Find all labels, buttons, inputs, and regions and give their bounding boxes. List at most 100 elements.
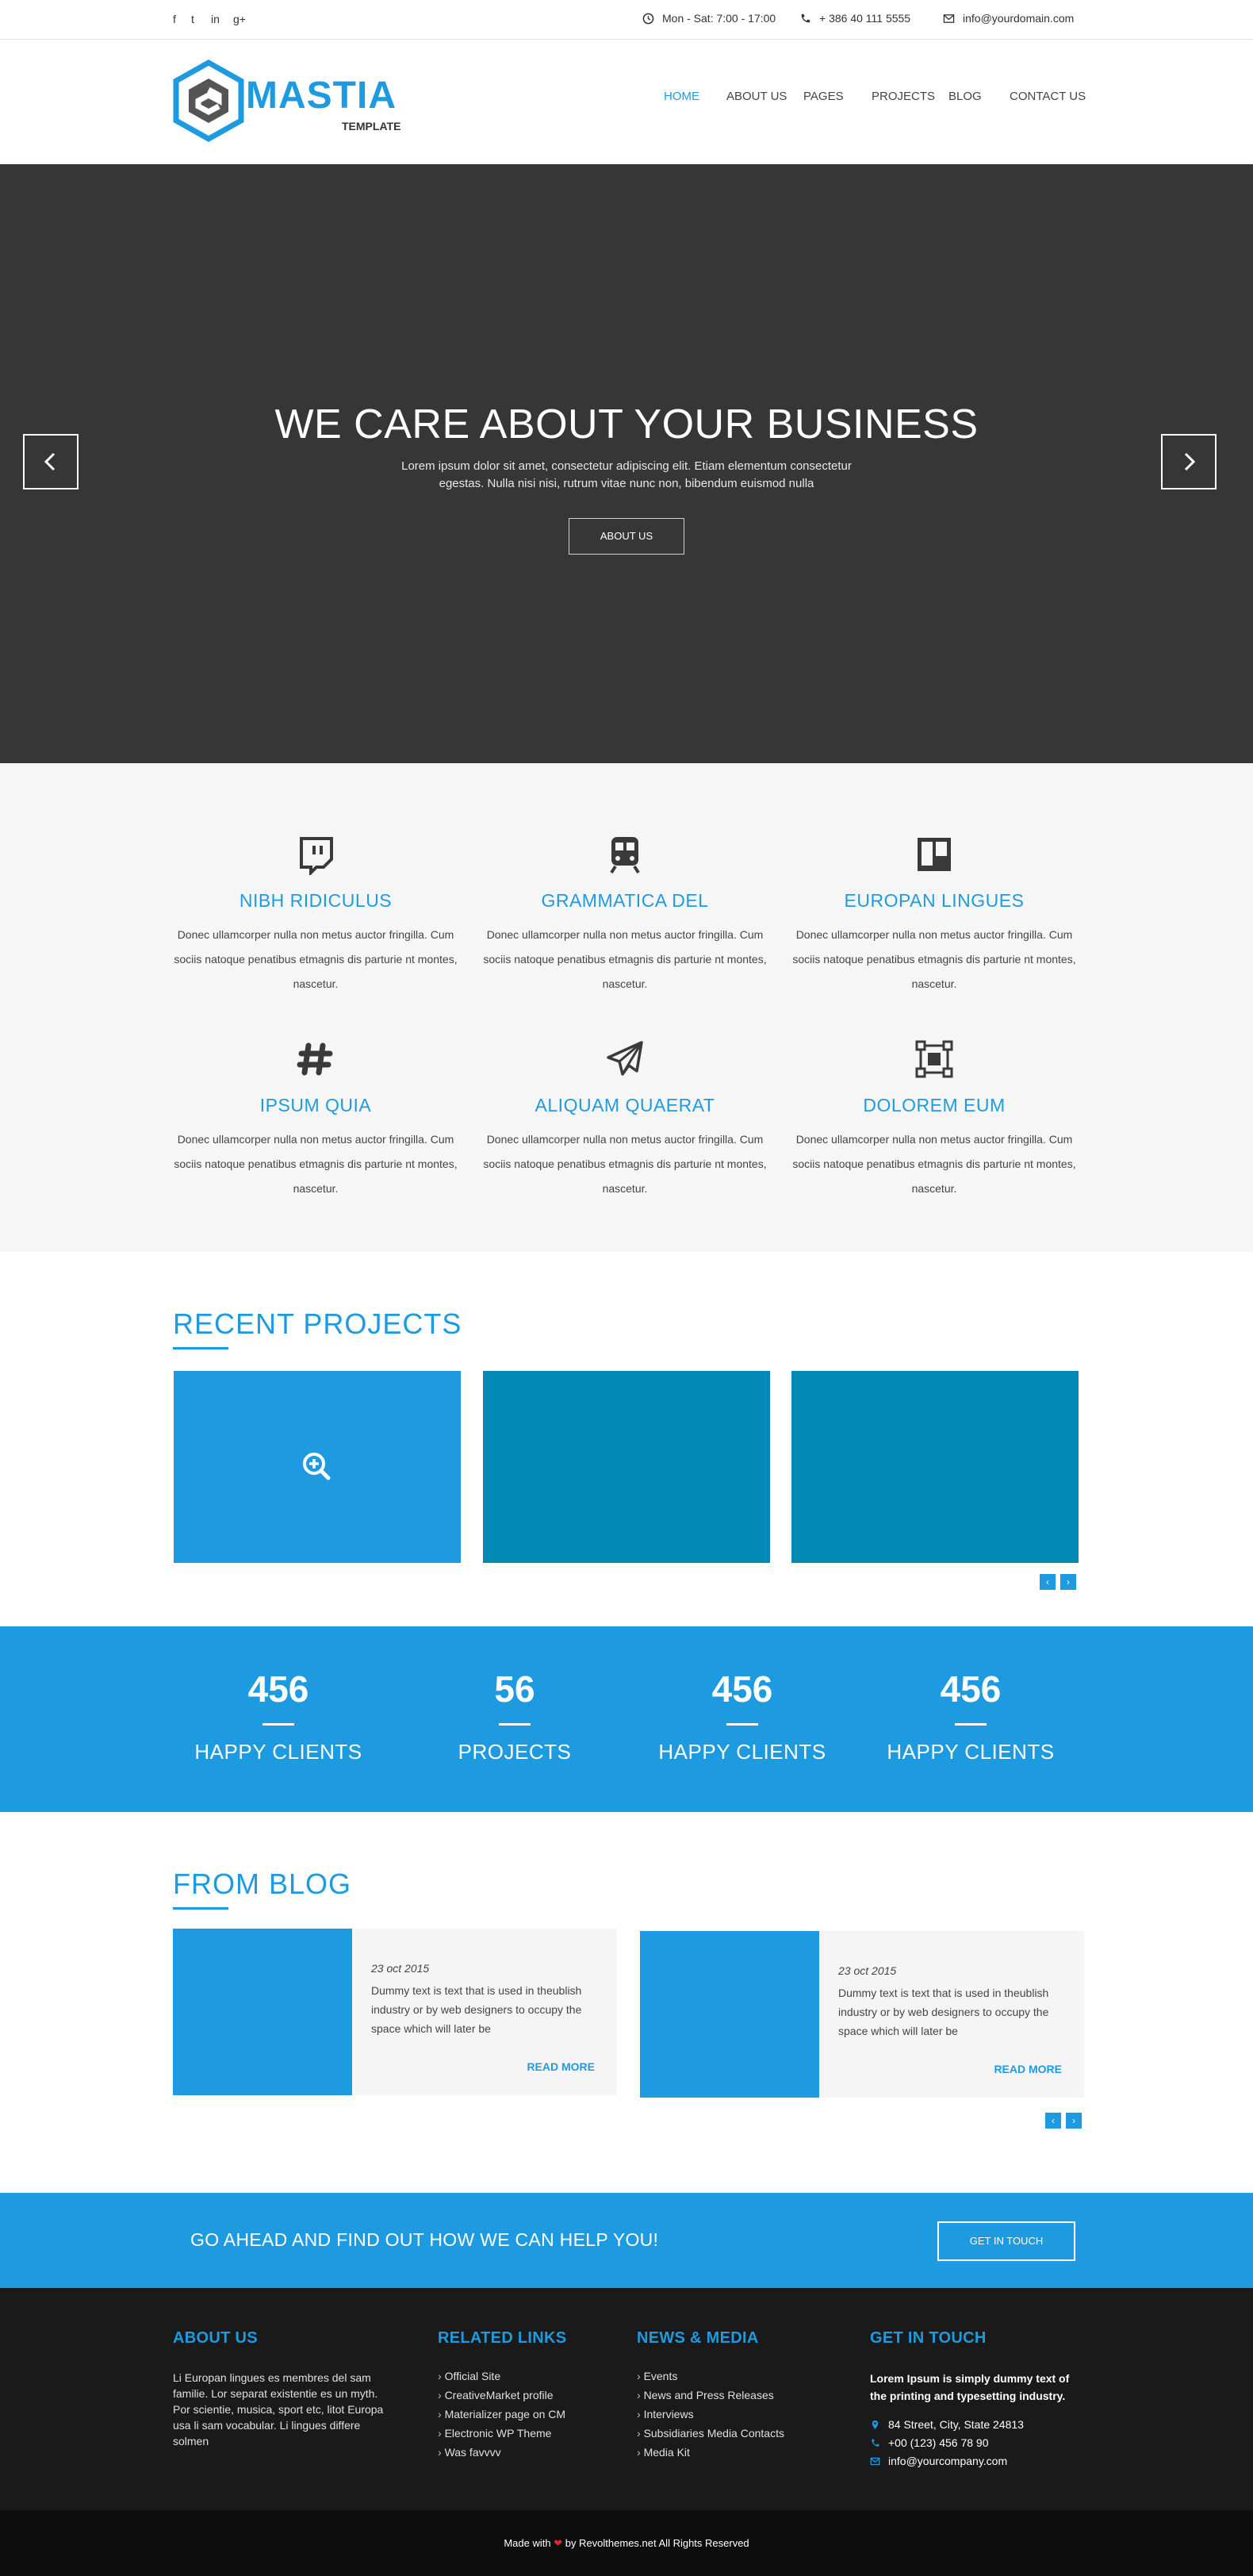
service-title: NIBH RIDICULUS bbox=[239, 890, 393, 911]
nav-projects[interactable]: PROJECTS bbox=[872, 90, 935, 103]
hours-text: Mon - Sat: 7:00 - 17:00 bbox=[662, 12, 776, 25]
service-text: Donec ullamcorper nulla non metus auctor… bbox=[483, 928, 767, 990]
site-logo[interactable]: MASTIA TEMPLATE bbox=[173, 60, 411, 142]
nav-home[interactable]: HOME bbox=[664, 90, 699, 103]
footer-about: ABOUT US Li Europan lingues es membres d… bbox=[173, 2329, 387, 2449]
service-text: Donec ullamcorper nulla non metus auctor… bbox=[483, 1133, 767, 1195]
projects-next-button[interactable]: › bbox=[1060, 1574, 1076, 1590]
blog-excerpt: Dummy text is text that is used in theub… bbox=[371, 1984, 582, 2035]
service-title: DOLOREM EUM bbox=[863, 1095, 1006, 1115]
twitch-icon bbox=[165, 827, 466, 882]
stat-divider bbox=[262, 1723, 294, 1726]
project-tile[interactable] bbox=[174, 1371, 461, 1563]
footer-link[interactable]: Electronic WP Theme bbox=[438, 2424, 612, 2443]
stat-divider bbox=[499, 1723, 531, 1726]
footer-contact-title: GET IN TOUCH bbox=[870, 2329, 987, 2347]
about-us-button[interactable]: ABOUT US bbox=[569, 518, 684, 555]
footer-email[interactable]: info@yourcompany.com bbox=[870, 2452, 1084, 2470]
copyright-text: Made with ❤ by Revolthemes.net All Right… bbox=[504, 2537, 749, 2549]
stat-label: PROJECTS bbox=[458, 1740, 572, 1764]
footer-about-text: Li Europan lingues es membres del sam fa… bbox=[173, 2371, 384, 2447]
facebook-icon[interactable]: f bbox=[173, 13, 176, 25]
logo-name: MASTIA bbox=[246, 75, 397, 117]
projects-prev-button[interactable]: ‹ bbox=[1040, 1574, 1056, 1590]
email-text: info@yourdomain.com bbox=[963, 12, 1075, 25]
projects-heading: RECENT PROJECTS bbox=[173, 1307, 462, 1340]
footer-contact: GET IN TOUCH Lorem Ipsum is simply dummy… bbox=[870, 2329, 1084, 2470]
hero-text: Lorem ipsum dolor sit amet, consectetur … bbox=[401, 459, 852, 490]
twitter-icon[interactable]: t bbox=[191, 13, 194, 25]
footer-link[interactable]: Official Site bbox=[438, 2367, 612, 2386]
service-title: IPSUM QUIA bbox=[259, 1095, 372, 1115]
service-text: Donec ullamcorper nulla non metus auctor… bbox=[792, 1133, 1076, 1195]
phone-text: + 386 40 111 5555 bbox=[819, 12, 911, 25]
zoom-in-icon bbox=[303, 1453, 331, 1480]
heart-icon: ❤ bbox=[554, 2537, 563, 2549]
footer-phone: +00 (123) 456 78 90 bbox=[870, 2434, 1084, 2452]
footer-link[interactable]: News and Press Releases bbox=[637, 2386, 835, 2405]
blog-excerpt: Dummy text is text that is used in theub… bbox=[838, 1987, 1049, 2037]
services-section: NIBH RIDICULUS Donec ullamcorper nulla n… bbox=[0, 763, 1253, 1252]
blog-card: 23 oct 2015 Dummy text is text that is u… bbox=[173, 1929, 617, 2095]
nav-pages[interactable]: PAGES bbox=[803, 90, 844, 103]
service-title: ALIQUAM QUAERAT bbox=[535, 1095, 715, 1115]
stat-number: 456 bbox=[940, 1668, 1002, 1710]
blog-thumbnail[interactable] bbox=[173, 1929, 352, 2095]
footer-link[interactable]: Interviews bbox=[637, 2405, 835, 2424]
service-title: GRAMMATICA DEL bbox=[541, 890, 709, 911]
logo-subtitle: TEMPLATE bbox=[342, 120, 401, 132]
stat-counter: 56 PROJECTS bbox=[396, 1668, 634, 1764]
nav-about-us[interactable]: ABOUT US bbox=[726, 90, 787, 103]
phone-icon bbox=[872, 2439, 879, 2447]
service-item: GRAMMATICA DEL Donec ullamcorper nulla n… bbox=[474, 827, 776, 996]
google-plus-icon[interactable]: g+ bbox=[233, 13, 246, 25]
project-tile[interactable] bbox=[483, 1371, 770, 1563]
hero-slider: WE CARE ABOUT YOUR BUSINESS Lorem ipsum … bbox=[0, 164, 1253, 763]
stat-label: HAPPY CLIENTS bbox=[194, 1740, 362, 1764]
nav-blog[interactable]: BLOG bbox=[948, 90, 982, 103]
footer-link[interactable]: Events bbox=[637, 2367, 835, 2386]
stat-counter: 456 HAPPY CLIENTS bbox=[623, 1668, 861, 1764]
service-text: Donec ullamcorper nulla non metus auctor… bbox=[174, 1133, 458, 1195]
footer-related-links: RELATED LINKS Official Site CreativeMark… bbox=[438, 2329, 612, 2462]
blog-heading: FROM BLOG bbox=[173, 1868, 352, 1900]
stat-divider bbox=[726, 1723, 758, 1726]
nav-contact-us[interactable]: CONTACT US bbox=[1010, 90, 1086, 103]
service-title: EUROPAN LINGUES bbox=[844, 890, 1025, 911]
stat-number: 56 bbox=[494, 1668, 535, 1710]
footer-link[interactable]: Materializer page on CM bbox=[438, 2405, 612, 2424]
blog-thumbnail[interactable] bbox=[640, 1931, 819, 2098]
heading-underline bbox=[173, 1907, 228, 1910]
footer-contact-intro: Lorem Ipsum is simply dummy text of the … bbox=[870, 2372, 1070, 2402]
linkedin-icon[interactable]: in bbox=[211, 13, 220, 25]
footer-news-title: NEWS & MEDIA bbox=[637, 2329, 759, 2347]
footer-address: 84 Street, City, State 24813 bbox=[870, 2416, 1084, 2434]
footer-link[interactable]: CreativeMarket profile bbox=[438, 2386, 612, 2405]
heading-underline bbox=[173, 1347, 228, 1349]
service-item: DOLOREM EUM Donec ullamcorper nulla non … bbox=[784, 1031, 1085, 1201]
footer-link[interactable]: Was favvvv bbox=[438, 2443, 612, 2462]
top-email[interactable]: info@yourdomain.com bbox=[943, 12, 1074, 25]
slack-hash-icon bbox=[165, 1031, 466, 1087]
blog-prev-button[interactable]: ‹ bbox=[1045, 2113, 1061, 2129]
service-item: NIBH RIDICULUS Donec ullamcorper nulla n… bbox=[165, 827, 466, 996]
service-text: Donec ullamcorper nulla non metus auctor… bbox=[174, 928, 458, 990]
top-bar: f t in g+ Mon - Sat: 7:00 - 17:00 + 386 … bbox=[0, 0, 1253, 40]
footer-link[interactable]: Subsidiaries Media Contacts bbox=[637, 2424, 835, 2443]
paper-plane-icon bbox=[474, 1031, 776, 1087]
site-header: MASTIA TEMPLATE HOME ABOUT US PAGES PROJ… bbox=[0, 40, 1253, 164]
service-text: Donec ullamcorper nulla non metus auctor… bbox=[792, 928, 1076, 990]
read-more-link[interactable]: READ MORE bbox=[994, 2063, 1062, 2075]
get-in-touch-button[interactable]: GET IN TOUCH bbox=[937, 2221, 1075, 2261]
cta-text: GO AHEAD AND FIND OUT HOW WE CAN HELP YO… bbox=[190, 2229, 659, 2250]
blog-card: 23 oct 2015 Dummy text is text that is u… bbox=[640, 1931, 1084, 2098]
envelope-icon bbox=[943, 13, 955, 23]
call-to-action: GO AHEAD AND FIND OUT HOW WE CAN HELP YO… bbox=[0, 2193, 1253, 2288]
project-tile[interactable] bbox=[791, 1371, 1079, 1563]
envelope-icon bbox=[870, 2457, 880, 2466]
blog-next-button[interactable]: › bbox=[1066, 2113, 1082, 2129]
footer-news-media: NEWS & MEDIA Events News and Press Relea… bbox=[637, 2329, 835, 2462]
read-more-link[interactable]: READ MORE bbox=[527, 2060, 595, 2073]
footer-link[interactable]: Media Kit bbox=[637, 2443, 835, 2462]
opening-hours: Mon - Sat: 7:00 - 17:00 bbox=[642, 12, 776, 25]
